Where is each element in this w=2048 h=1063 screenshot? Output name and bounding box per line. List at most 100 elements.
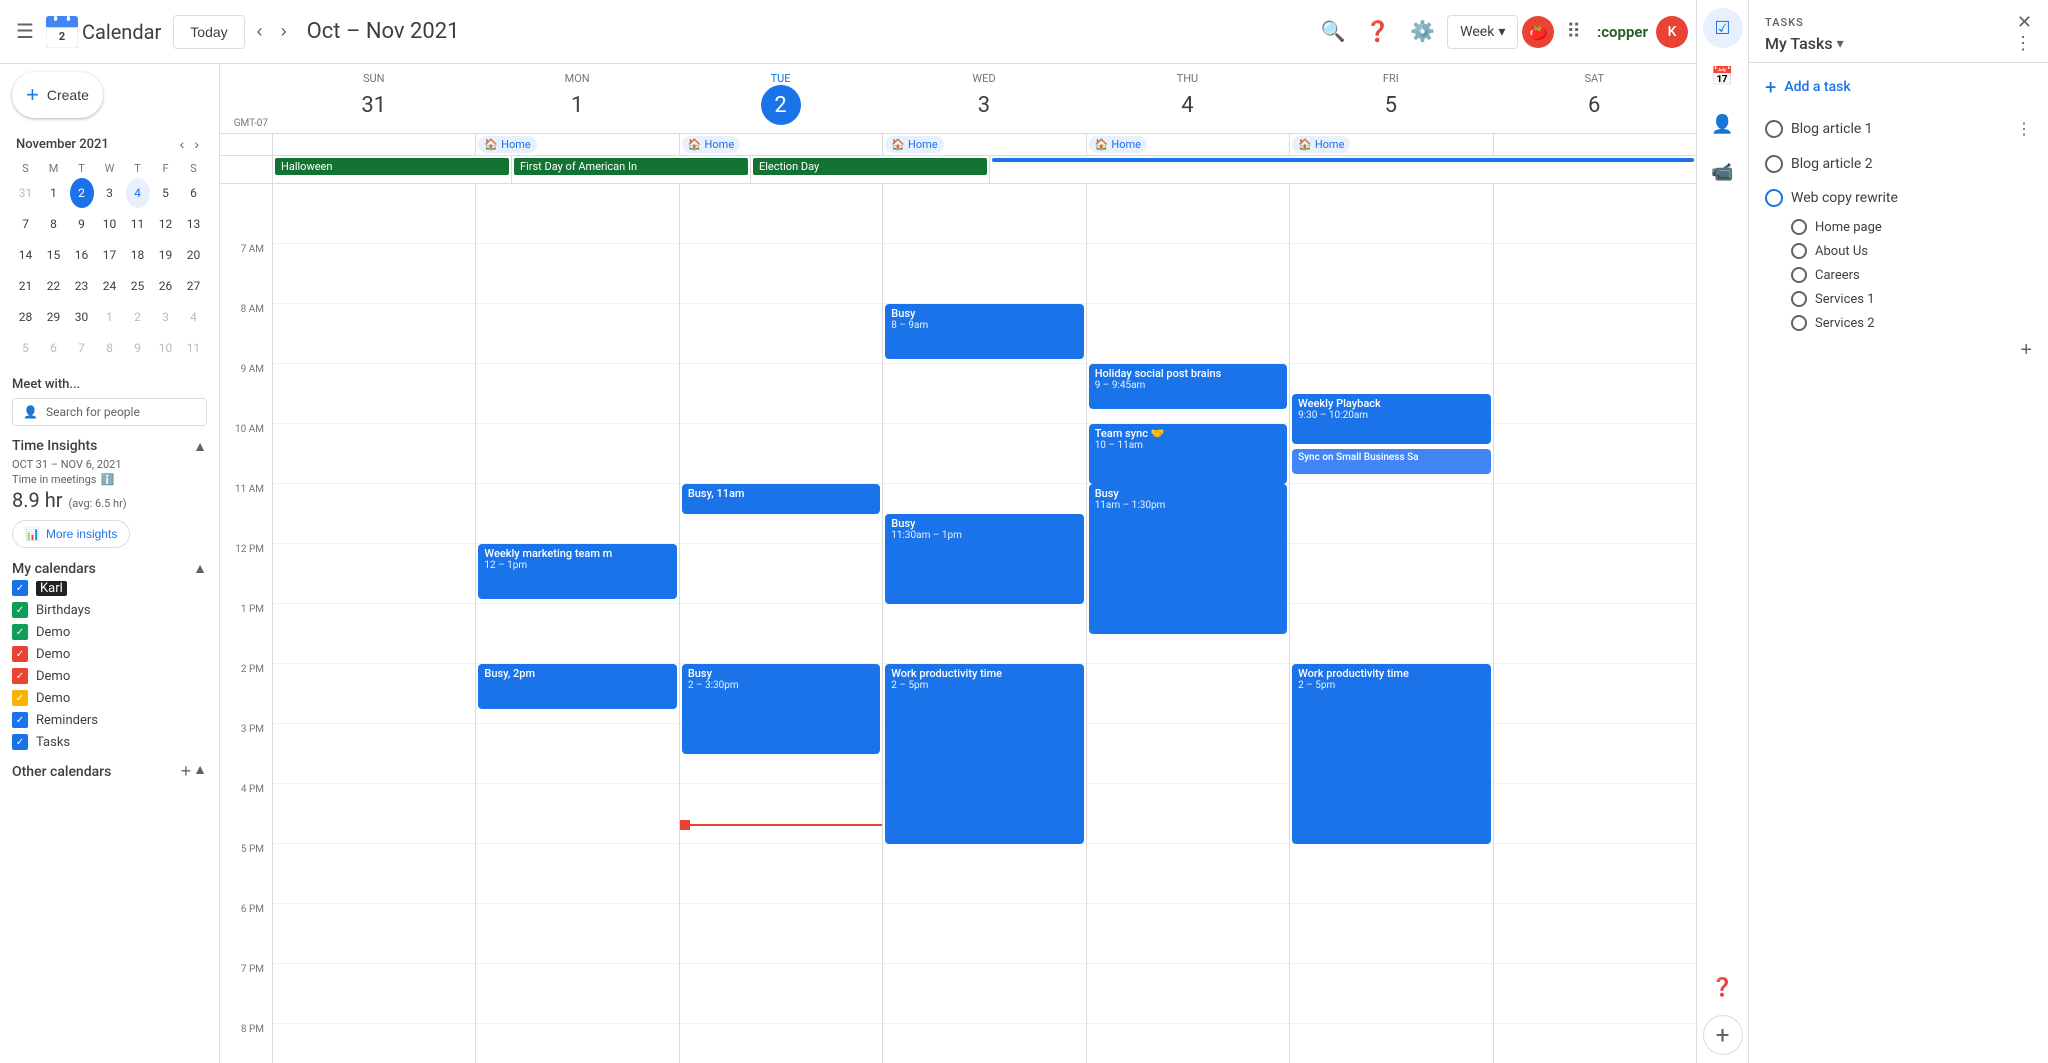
busy-2-330-event[interactable]: Busy 2 – 3:30pm	[682, 664, 880, 754]
hamburger-button[interactable]: ☰	[8, 11, 42, 52]
other-calendars-header[interactable]: Other calendars + ▲	[12, 761, 207, 782]
task-item-blog2[interactable]: Blog article 2	[1749, 147, 2048, 181]
home-thu[interactable]: 🏠 Home	[1086, 134, 1289, 155]
mini-cal-day[interactable]: 3	[98, 178, 122, 208]
busy-1130-1pm-event[interactable]: Busy 11:30am – 1pm	[885, 514, 1083, 604]
mini-cal-day[interactable]: 8	[98, 333, 122, 363]
day-header-sun[interactable]: SUN 31	[272, 64, 475, 133]
add-panel-button[interactable]: +	[1703, 1015, 1743, 1055]
mini-cal-day[interactable]: 17	[98, 240, 122, 270]
mini-cal-prev[interactable]: ‹	[176, 134, 189, 154]
mini-cal-day[interactable]: 11	[182, 333, 206, 363]
mini-cal-day[interactable]: 29	[42, 302, 66, 332]
mini-cal-day[interactable]: 22	[42, 271, 66, 301]
home-tue[interactable]: 🏠 Home	[679, 134, 882, 155]
calendar-item-demo4[interactable]: ✓ Demo	[12, 687, 207, 709]
mini-cal-day[interactable]: 19	[154, 240, 178, 270]
add-other-calendar-button[interactable]: +	[181, 761, 192, 782]
mini-cal-day[interactable]: 5	[14, 333, 38, 363]
mini-cal-day[interactable]: 26	[154, 271, 178, 301]
busy-8-9am-wed-event[interactable]: Busy 8 – 9am	[885, 304, 1083, 359]
time-insights-collapse[interactable]: ▲	[193, 438, 207, 454]
mini-cal-day[interactable]: 14	[14, 240, 38, 270]
mini-cal-day[interactable]: 16	[70, 240, 94, 270]
home-wed[interactable]: 🏠 Home	[882, 134, 1085, 155]
busy-11am-130-thu-event[interactable]: Busy 11am – 1:30pm	[1089, 484, 1287, 634]
create-button[interactable]: + Create	[12, 72, 103, 118]
calendar-item-reminders[interactable]: ✓ Reminders	[12, 709, 207, 731]
mini-cal-day[interactable]: 3	[154, 302, 178, 332]
zoom-panel-icon[interactable]: 📹	[1703, 152, 1743, 192]
task-radio-homepage[interactable]	[1791, 219, 1807, 235]
mini-cal-today[interactable]: 2	[70, 178, 94, 208]
settings-button[interactable]: ⚙️	[1402, 11, 1443, 52]
mini-cal-day[interactable]: 18	[126, 240, 150, 270]
calendar-panel-icon[interactable]: 📅	[1703, 56, 1743, 96]
mini-cal-day[interactable]: 28	[14, 302, 38, 332]
calendar-item-demo2[interactable]: ✓ Demo	[12, 643, 207, 665]
weekly-marketing-event[interactable]: Weekly marketing team m 12 – 1pm	[478, 544, 676, 599]
allday-wed-sat[interactable]	[989, 156, 1696, 183]
calendar-item-demo1[interactable]: ✓ Demo	[12, 621, 207, 643]
mini-cal-next[interactable]: ›	[190, 134, 203, 154]
more-insights-button[interactable]: 📊 More insights	[12, 520, 130, 548]
mini-cal-day[interactable]: 24	[98, 271, 122, 301]
mini-cal-day[interactable]: 1	[98, 302, 122, 332]
calendar-item-birthdays[interactable]: ✓ Birthdays	[12, 599, 207, 621]
help-panel-icon[interactable]: ❓	[1703, 967, 1743, 1007]
day-header-fri[interactable]: FRI 5	[1289, 64, 1492, 133]
tasks-close-button[interactable]: ✕	[2017, 12, 2032, 33]
mini-cal-day[interactable]: 5	[154, 178, 178, 208]
mini-cal-day[interactable]: 27	[182, 271, 206, 301]
mini-cal-day[interactable]: 10	[154, 333, 178, 363]
task-radio-aboutus[interactable]	[1791, 243, 1807, 259]
task-radio-blog1[interactable]	[1765, 120, 1783, 138]
contacts-panel-icon[interactable]: 👤	[1703, 104, 1743, 144]
task-subtask-homepage[interactable]: Home page	[1749, 215, 2048, 239]
mini-cal-day[interactable]: 6	[182, 178, 206, 208]
team-sync-event[interactable]: Team sync 🤝 10 – 11am	[1089, 424, 1287, 484]
mini-cal-day[interactable]: 4	[182, 302, 206, 332]
mini-cal-day[interactable]: 1	[42, 178, 66, 208]
mini-cal-day[interactable]: 7	[14, 209, 38, 239]
day-header-sat[interactable]: SAT 6	[1493, 64, 1696, 133]
my-calendars-header[interactable]: My calendars ▲	[12, 560, 207, 577]
task-subtask-aboutus[interactable]: About Us	[1749, 239, 2048, 263]
task-item-blog1[interactable]: Blog article 1 ⋮	[1749, 111, 2048, 147]
work-productivity-fri-event[interactable]: Work productivity time 2 – 5pm	[1292, 664, 1490, 844]
election-day-event[interactable]: Election Day	[753, 158, 987, 175]
today-button[interactable]: Today	[173, 15, 244, 49]
mini-cal-day[interactable]: 9	[70, 209, 94, 239]
day-header-tue[interactable]: TUE 2	[679, 64, 882, 133]
mini-cal-day[interactable]: 15	[42, 240, 66, 270]
tomato-timer-icon[interactable]: 🍅	[1522, 16, 1554, 48]
busy-11am-tue-event[interactable]: Busy, 11am	[682, 484, 880, 514]
mini-cal-day[interactable]: 11	[126, 209, 150, 239]
search-people-input[interactable]: 👤 Search for people	[12, 398, 207, 426]
mini-cal-day[interactable]: 21	[14, 271, 38, 301]
mini-cal-day[interactable]: 23	[70, 271, 94, 301]
apps-grid-button[interactable]: ⠿	[1558, 11, 1589, 52]
day-header-wed[interactable]: WED 3	[882, 64, 1085, 133]
mini-cal-day[interactable]: 31	[14, 178, 38, 208]
mini-cal-day[interactable]: 8	[42, 209, 66, 239]
mini-cal-day[interactable]: 30	[70, 302, 94, 332]
prev-arrow[interactable]: ‹	[249, 15, 271, 48]
tasks-panel-icon[interactable]: ☑	[1703, 8, 1743, 48]
allday-mon[interactable]: First Day of American In	[511, 156, 750, 183]
mini-cal-day[interactable]: 25	[126, 271, 150, 301]
day-header-thu[interactable]: THU 4	[1086, 64, 1289, 133]
calendar-item-personal[interactable]: ✓ Karl	[12, 577, 207, 599]
calendar-item-tasks[interactable]: ✓ Tasks	[12, 731, 207, 753]
add-task-row[interactable]: + Add a task	[1749, 63, 2048, 111]
allday-sun[interactable]: Halloween	[272, 156, 511, 183]
first-day-event[interactable]: First Day of American In	[514, 158, 748, 175]
work-productivity-wed-event[interactable]: Work productivity time 2 – 5pm	[885, 664, 1083, 844]
task-radio-services1[interactable]	[1791, 291, 1807, 307]
task-subtask-services1[interactable]: Services 1	[1749, 287, 2048, 311]
task-radio-blog2[interactable]	[1765, 155, 1783, 173]
mini-cal-day[interactable]: 20	[182, 240, 206, 270]
week-selector[interactable]: Week▾	[1447, 15, 1518, 49]
mini-cal-day[interactable]: 9	[126, 333, 150, 363]
sync-small-business-event[interactable]: Sync on Small Business Sa	[1292, 449, 1490, 474]
